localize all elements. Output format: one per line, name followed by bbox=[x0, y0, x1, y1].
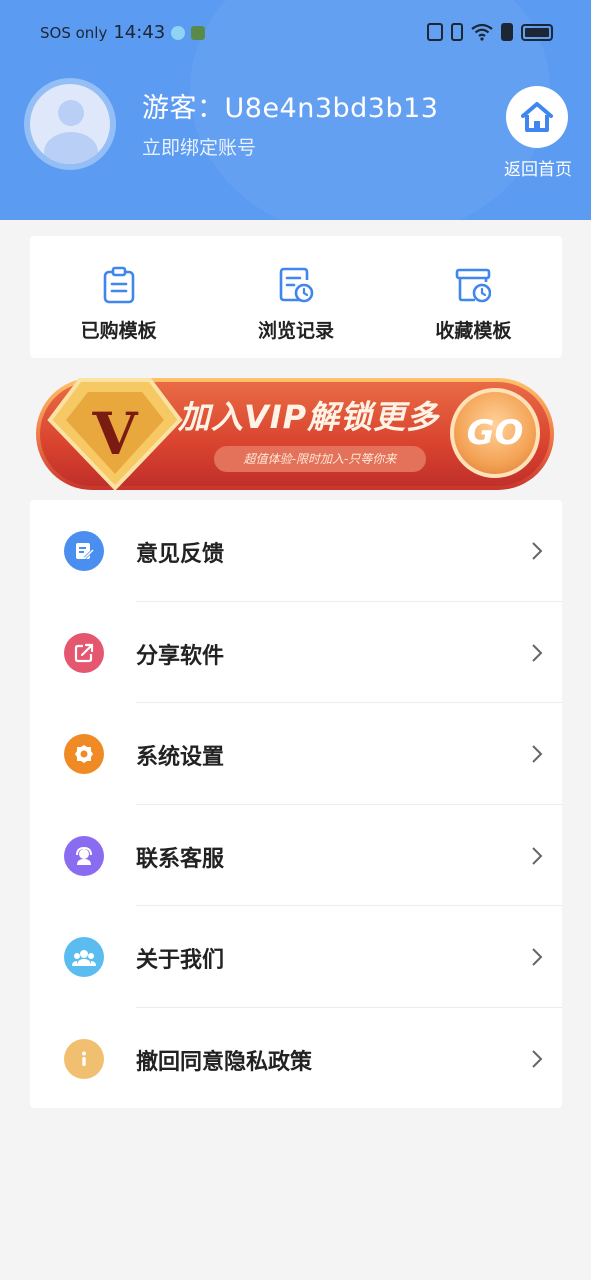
home-button-label[interactable]: 返回首页 bbox=[498, 155, 578, 180]
feedback-icon bbox=[64, 531, 104, 571]
vip-banner[interactable]: V 加入VIP解锁更多 超值体验-限时加入-只等你来 GO bbox=[30, 374, 554, 492]
settings-menu: 意见反馈 分享软件 系统设置 联系客服 关于我们 撤回同意隐私政策 bbox=[30, 500, 562, 1108]
menu-item-revoke-privacy[interactable]: 撤回同意隐私政策 bbox=[30, 1008, 562, 1110]
profile-header: SOS only 14:43 游客：U8e4n3bd3b13 立即绑定账号 返回… bbox=[0, 0, 591, 220]
home-button[interactable] bbox=[506, 86, 568, 148]
menu-item-feedback[interactable]: 意见反馈 bbox=[30, 500, 562, 602]
vibrate-icon bbox=[451, 23, 463, 41]
app-notification-icon bbox=[171, 25, 186, 40]
quick-action-history[interactable]: 浏览记录 bbox=[207, 236, 384, 358]
chevron-right-icon bbox=[532, 643, 543, 662]
vip-go-label: GO bbox=[466, 413, 524, 453]
vip-badge-icon: V bbox=[47, 378, 183, 491]
vip-title: 加入VIP解锁更多 bbox=[178, 398, 440, 436]
chevron-right-icon bbox=[532, 745, 543, 763]
battery-icon bbox=[521, 23, 553, 41]
clock: 14:43 bbox=[113, 22, 166, 43]
default-avatar-icon bbox=[30, 84, 110, 164]
quick-action-favorites[interactable]: 收藏模板 bbox=[385, 236, 562, 358]
gear-icon bbox=[64, 734, 104, 774]
clipboard-icon bbox=[103, 266, 134, 304]
bind-account-link[interactable]: 立即绑定账号 bbox=[142, 133, 256, 160]
menu-item-label: 系统设置 bbox=[136, 745, 225, 770]
vip-subtitle: 超值体验-限时加入-只等你来 bbox=[214, 446, 426, 472]
menu-item-label: 意见反馈 bbox=[136, 542, 225, 567]
vip-badge-letter: V bbox=[91, 400, 138, 468]
menu-item-label: 关于我们 bbox=[136, 948, 225, 973]
home-icon bbox=[521, 102, 553, 132]
headset-icon bbox=[64, 835, 104, 876]
quick-action-label: 已购模板 bbox=[80, 320, 157, 342]
chevron-right-icon bbox=[532, 948, 543, 966]
vip-go-button[interactable]: GO bbox=[450, 388, 540, 478]
app-notification-icon-2 bbox=[191, 25, 206, 40]
menu-item-label: 联系客服 bbox=[136, 846, 225, 872]
menu-item-settings[interactable]: 系统设置 bbox=[30, 703, 562, 805]
menu-item-customer-service[interactable]: 联系客服 bbox=[30, 805, 562, 906]
nfc-icon bbox=[427, 23, 443, 41]
share-icon bbox=[64, 632, 104, 673]
wifi-icon bbox=[471, 23, 493, 41]
quick-action-label: 收藏模板 bbox=[435, 320, 512, 342]
menu-item-about[interactable]: 关于我们 bbox=[30, 906, 562, 1008]
carrier-text: SOS only bbox=[40, 23, 108, 42]
menu-item-share[interactable]: 分享软件 bbox=[30, 602, 562, 703]
menu-item-label: 分享软件 bbox=[136, 643, 225, 669]
group-icon bbox=[64, 937, 104, 977]
avatar[interactable] bbox=[24, 78, 116, 170]
menu-item-label: 撤回同意隐私政策 bbox=[136, 1049, 313, 1075]
sim-alert-icon bbox=[501, 23, 513, 41]
info-icon bbox=[64, 1038, 104, 1079]
chevron-right-icon bbox=[532, 1049, 543, 1068]
chevron-right-icon bbox=[532, 542, 543, 560]
history-doc-icon bbox=[279, 267, 314, 303]
username: 游客：U8e4n3bd3b13 bbox=[142, 93, 439, 124]
quick-action-label: 浏览记录 bbox=[257, 320, 334, 342]
quick-actions-card: 已购模板 浏览记录 收藏模板 bbox=[30, 236, 562, 358]
chevron-right-icon bbox=[532, 846, 543, 865]
quick-action-purchased[interactable]: 已购模板 bbox=[30, 236, 207, 358]
status-bar: SOS only 14:43 bbox=[0, 18, 591, 48]
archive-clock-icon bbox=[456, 268, 492, 303]
